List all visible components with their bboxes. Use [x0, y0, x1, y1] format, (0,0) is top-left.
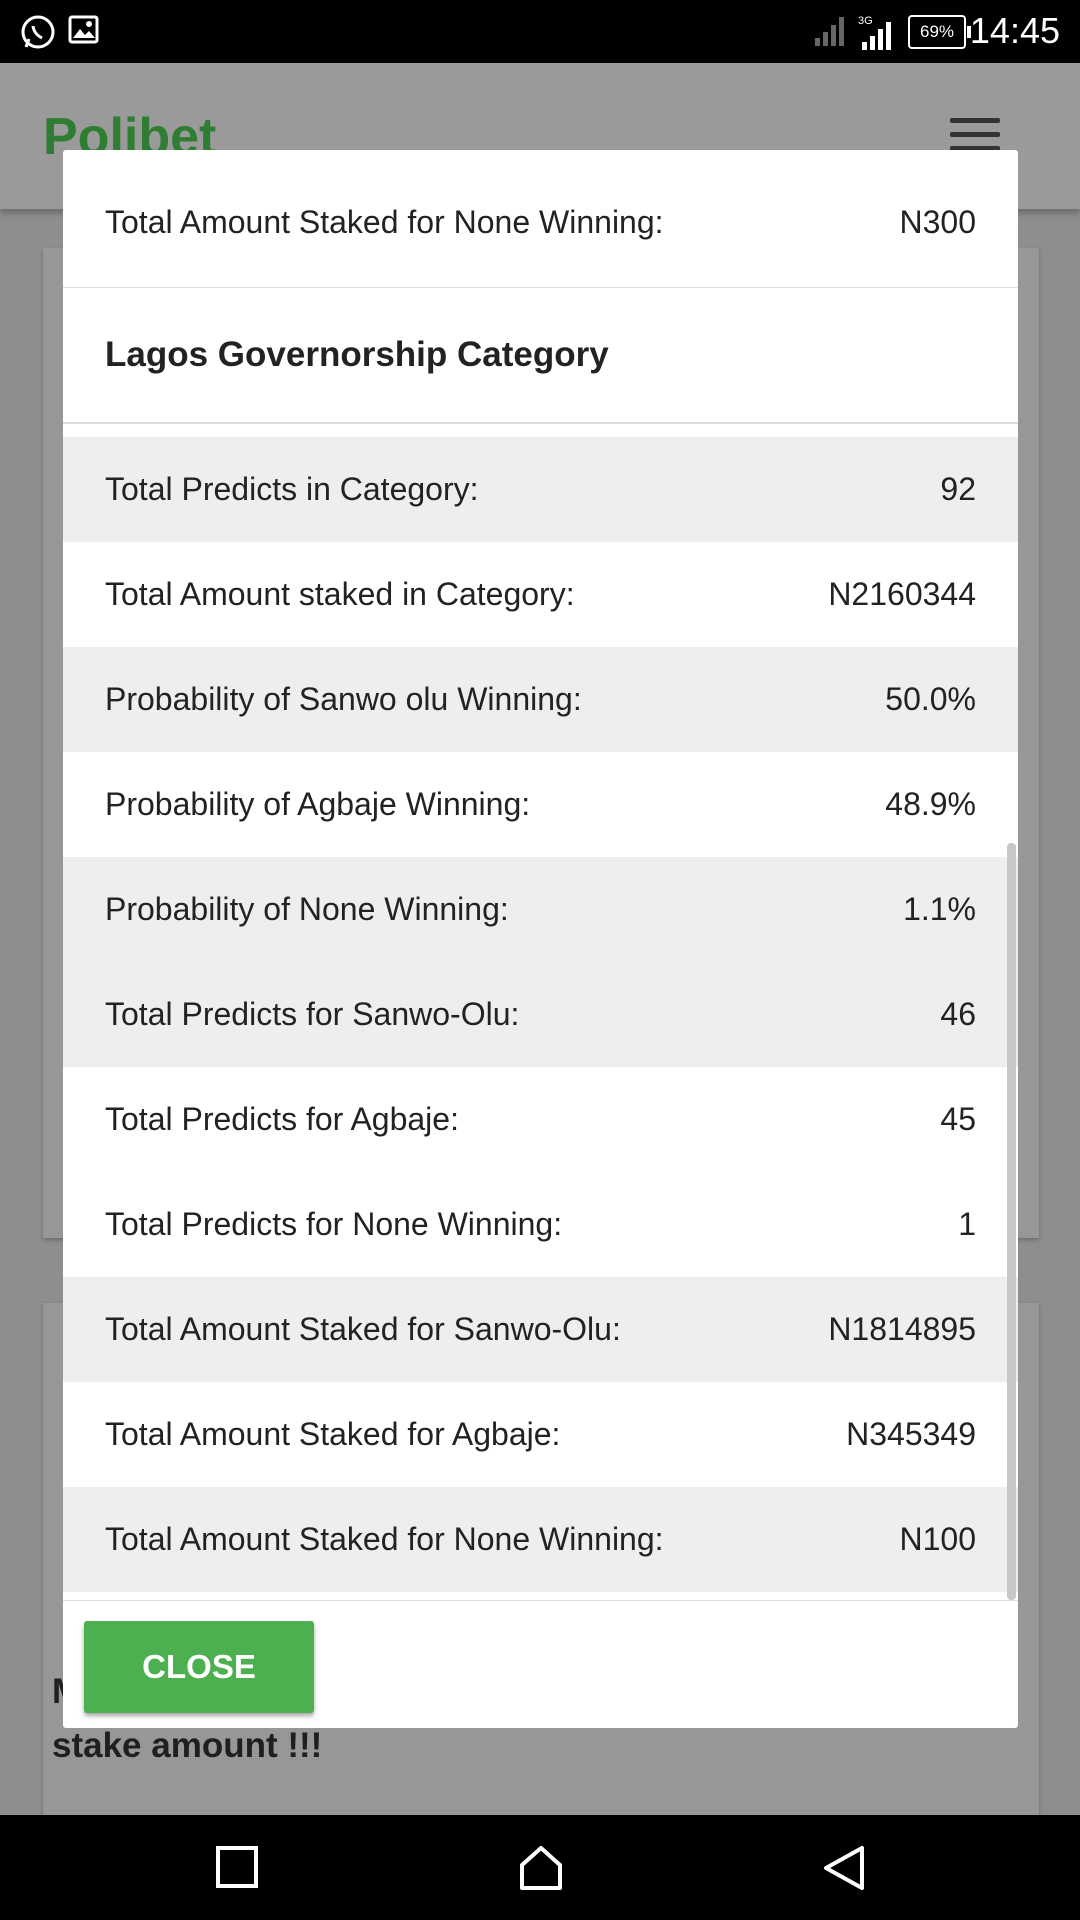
- row-label: Total Amount staked in Category:: [105, 576, 575, 612]
- stat-row: Probability of Agbaje Winning: 48.9%: [63, 752, 1018, 857]
- stat-row: Probability of Sanwo olu Winning: 50.0%: [63, 647, 1018, 752]
- row-value: N1814895: [828, 1311, 976, 1347]
- clock: 14:45: [969, 10, 1060, 51]
- stat-row: Total Amount Staked for Sanwo-Olu: N1814…: [63, 1277, 1018, 1382]
- row-value: 46: [940, 996, 976, 1032]
- modal-scrollbar[interactable]: [1007, 843, 1016, 1600]
- row-label: Total Predicts for None Winning:: [105, 1206, 563, 1242]
- signal-icon: [815, 14, 845, 51]
- home-icon[interactable]: [518, 1845, 564, 1896]
- row-label: Probability of Sanwo olu Winning:: [105, 681, 582, 717]
- row-value: N345349: [846, 1416, 976, 1452]
- stat-row: Total Amount Staked for None Winning: N1…: [63, 1487, 1018, 1592]
- whatsapp-icon: [20, 14, 56, 55]
- network-type: 3G: [858, 15, 873, 27]
- gallery-icon: [68, 14, 100, 51]
- row-value: 1.1%: [903, 891, 976, 927]
- stat-row: Total Predicts for Sanwo-Olu: 46: [63, 962, 1018, 1067]
- row-label: Probability of None Winning:: [105, 891, 509, 927]
- stat-row: Probability of None Winning: 1.1%: [63, 857, 1018, 962]
- mobile-signal-icon: 3G: [858, 14, 894, 55]
- status-bar: 3G 69% 14:45: [0, 0, 1080, 63]
- row-label: Total Predicts for Sanwo-Olu:: [105, 996, 520, 1032]
- navigation-bar: [0, 1815, 1080, 1920]
- row-label: Total Amount Staked for Agbaje:: [105, 1416, 561, 1452]
- category-title-text: Lagos Governorship Category: [105, 335, 609, 374]
- stat-row: Total Predicts for Agbaje: 45: [63, 1067, 1018, 1172]
- stat-row: Total Predicts in Category: 92: [63, 437, 1018, 542]
- stats-modal: Total Amount Staked for None Winning: N3…: [63, 150, 1018, 1728]
- row-value: N100: [899, 1521, 977, 1557]
- row-label: Total Amount Staked for None Winning:: [105, 204, 664, 240]
- row-value: 45: [940, 1101, 976, 1137]
- battery-icon: 69%: [908, 15, 971, 49]
- category-title: Lagos Governorship Category: [63, 287, 1018, 424]
- row-value: 48.9%: [885, 786, 976, 822]
- row-label: Total Amount Staked for None Winning:: [105, 1521, 664, 1557]
- row-value: 1: [958, 1206, 976, 1242]
- close-button[interactable]: CLOSE: [84, 1621, 314, 1713]
- battery-level: 69%: [919, 22, 955, 41]
- row-value: N300: [899, 204, 977, 240]
- stat-row: Total Predicts for None Winning: 1: [63, 1172, 1018, 1277]
- stat-row: Total Amount staked in Category: N216034…: [63, 542, 1018, 647]
- stat-row: Total Amount Staked for Agbaje: N345349: [63, 1382, 1018, 1487]
- row-value: 50.0%: [885, 681, 976, 717]
- modal-body[interactable]: Total Amount Staked for None Winning: N3…: [63, 150, 1018, 1600]
- recents-icon[interactable]: [215, 1845, 259, 1894]
- row-label: Total Predicts in Category:: [105, 471, 479, 507]
- row-value: 92: [940, 471, 976, 507]
- row-label: Probability of Agbaje Winning:: [105, 786, 531, 822]
- row-value: N2160344: [828, 576, 976, 612]
- row-label: Total Predicts for Agbaje:: [105, 1101, 459, 1137]
- previous-category-row: Total Amount Staked for None Winning: N3…: [63, 170, 1018, 275]
- modal-footer: CLOSE: [63, 1600, 1018, 1728]
- back-icon[interactable]: [822, 1845, 866, 1896]
- row-label: Total Amount Staked for Sanwo-Olu:: [105, 1311, 621, 1347]
